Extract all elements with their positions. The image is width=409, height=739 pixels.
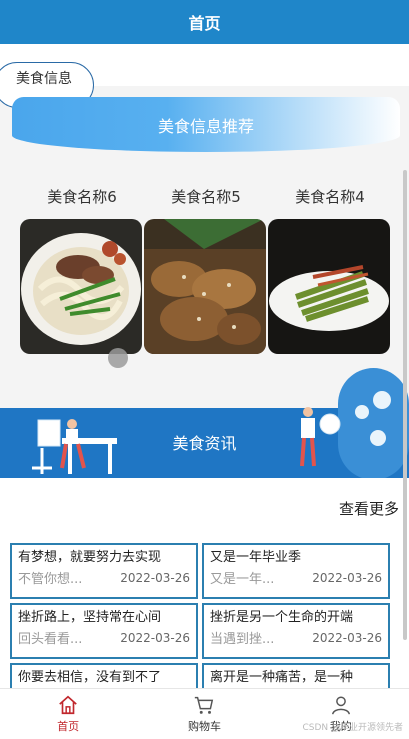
news-date: 2022-03-26 xyxy=(312,631,382,645)
news-title: 离开是一种痛苦，是一种 xyxy=(210,670,354,685)
news-card[interactable]: 挫折路上，坚持常在心间 回头看看... 2022-03-26 xyxy=(10,603,198,659)
news-title: 你要去相信，没有到不了 xyxy=(18,670,162,685)
news-date: 2022-03-26 xyxy=(120,571,190,585)
news-date: 2022-03-26 xyxy=(120,631,190,645)
news-title: 又是一年毕业季 xyxy=(210,550,302,565)
green-beans-image[interactable] xyxy=(268,219,390,354)
top-bar: 首页 xyxy=(0,0,409,44)
view-more-link[interactable]: 查看更多 xyxy=(339,498,399,519)
tab-cart[interactable]: 购物车 xyxy=(136,689,272,739)
food-card[interactable] xyxy=(20,219,144,354)
recommend-banner: 美食信息推荐 xyxy=(12,97,400,152)
news-card[interactable]: 挫折是另一个生命的开端 当遇到挫... 2022-03-26 xyxy=(202,603,390,659)
tab-label: 首页 xyxy=(57,720,80,733)
user-icon xyxy=(331,696,350,715)
page: 首页 美食信息 美食信息推荐 美食名称6 美食名称5 美食名称4 美食资讯 查看… xyxy=(0,0,409,739)
news-card[interactable]: 又是一年毕业季 又是一年... 2022-03-26 xyxy=(202,543,390,599)
carousel-indicator[interactable] xyxy=(108,348,128,368)
top-section: 美食信息 xyxy=(0,44,409,108)
scrollbar[interactable] xyxy=(403,170,407,640)
cart-icon xyxy=(195,696,214,714)
news-card[interactable]: 有梦想，就要努力去实现 不管你想... 2022-03-26 xyxy=(10,543,198,599)
news-date: 2022-03-26 xyxy=(312,571,382,585)
noodles-beef-image[interactable] xyxy=(20,219,142,354)
watermark: CSDN @毕业开源领先者 xyxy=(302,723,403,733)
food-carousel[interactable] xyxy=(20,219,392,354)
food-card[interactable] xyxy=(268,219,392,354)
news-title: 挫折路上，坚持常在心间 xyxy=(18,610,162,625)
food-card[interactable] xyxy=(144,219,268,354)
news-title: 有梦想，就要努力去实现 xyxy=(18,550,162,565)
fried-food-image[interactable] xyxy=(144,219,266,354)
tab-label: 购物车 xyxy=(187,720,221,733)
food-name[interactable]: 美食名称5 xyxy=(144,186,268,207)
tab-home[interactable]: 首页 xyxy=(0,689,136,739)
food-name[interactable]: 美食名称4 xyxy=(268,186,392,207)
news-title: 挫折是另一个生命的开端 xyxy=(210,610,354,625)
food-names: 美食名称6 美食名称5 美食名称4 xyxy=(20,186,392,207)
recommend-title: 美食信息推荐 xyxy=(157,116,254,136)
bubbles-illustration-icon xyxy=(300,368,409,480)
page-title: 首页 xyxy=(188,14,221,33)
food-name[interactable]: 美食名称6 xyxy=(20,186,144,207)
home-icon xyxy=(59,695,77,715)
